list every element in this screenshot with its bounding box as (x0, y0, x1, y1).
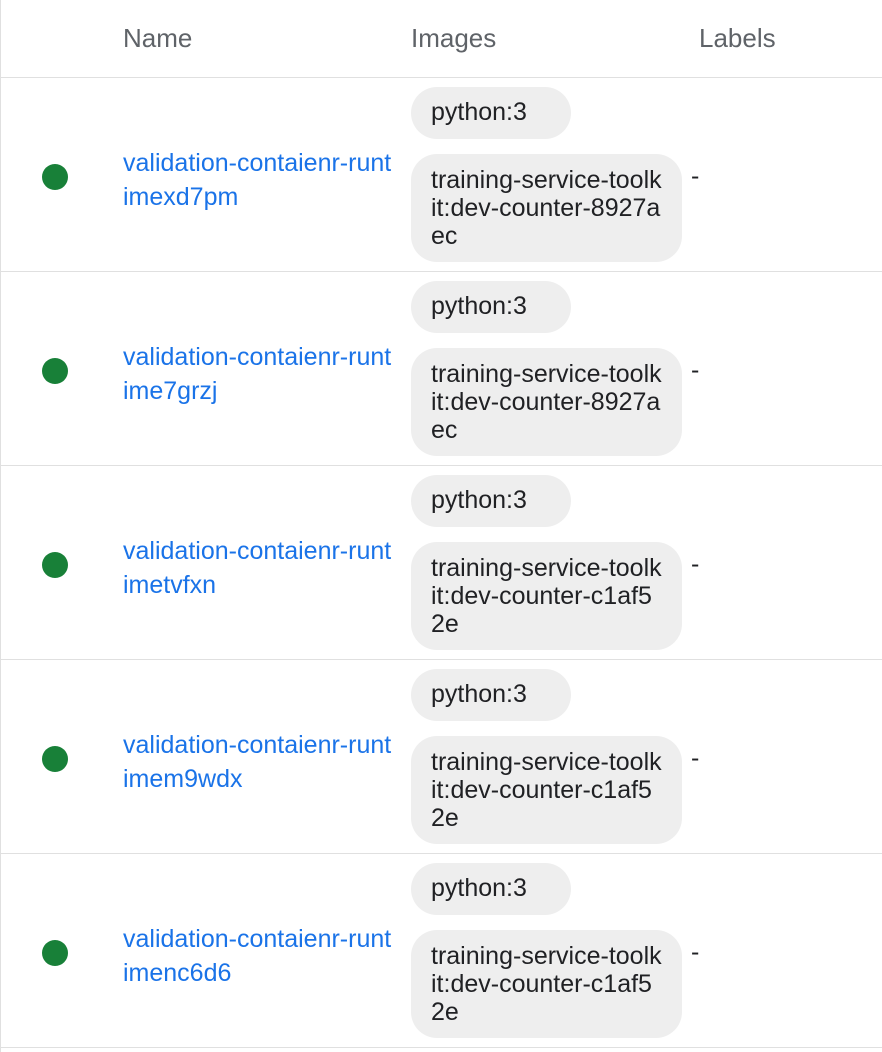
image-chip: python:3 (411, 863, 571, 915)
status-running-icon (42, 358, 68, 384)
pod-name-link[interactable]: validation-contaienr-runtimexd7pm (123, 146, 393, 214)
status-running-icon (42, 746, 68, 772)
labels-value: - (691, 550, 700, 578)
image-chip: python:3 (411, 281, 571, 333)
pod-name-link[interactable]: validation-contaienr-runtimenc6d6 (123, 922, 393, 990)
image-chip: python:3 (411, 669, 571, 721)
pod-name-link[interactable]: validation-contaienr-runtimem9wdx (123, 728, 393, 796)
image-chip: training-service-toolkit:dev-counter-892… (411, 348, 682, 456)
labels-value: - (691, 162, 700, 190)
column-header-labels: Labels (699, 23, 776, 53)
table-row: validation-contaienr-runtimenc6d6 python… (1, 854, 882, 1048)
table-row: validation-contaienr-runtimem9wdx python… (1, 660, 882, 854)
pod-name-link[interactable]: validation-contaienr-runtimetvfxn (123, 534, 393, 602)
table-row: validation-contaienr-runtime7grzj python… (1, 272, 882, 466)
image-chip: training-service-toolkit:dev-counter-c1a… (411, 736, 682, 844)
pods-table: Name Images Labels validation-contaienr-… (0, 0, 882, 1052)
labels-value: - (691, 744, 700, 772)
status-running-icon (42, 940, 68, 966)
table-row: validation-contaienr-runtimetvfxn python… (1, 466, 882, 660)
image-chip: python:3 (411, 87, 571, 139)
image-chip: training-service-toolkit:dev-counter-c1a… (411, 930, 682, 1038)
labels-value: - (691, 938, 700, 966)
column-header-name[interactable]: Name (123, 22, 192, 54)
image-chip: python:3 (411, 475, 571, 527)
table-header: Name Images Labels (1, 0, 882, 78)
labels-value: - (691, 356, 700, 384)
image-chip: training-service-toolkit:dev-counter-892… (411, 154, 682, 262)
image-chip: training-service-toolkit:dev-counter-c1a… (411, 542, 682, 650)
column-header-images: Images (411, 23, 497, 53)
pod-name-link[interactable]: validation-contaienr-runtime7grzj (123, 340, 393, 408)
status-running-icon (42, 552, 68, 578)
table-row: validation-contaienr-runtimexd7pm python… (1, 78, 882, 272)
status-running-icon (42, 164, 68, 190)
